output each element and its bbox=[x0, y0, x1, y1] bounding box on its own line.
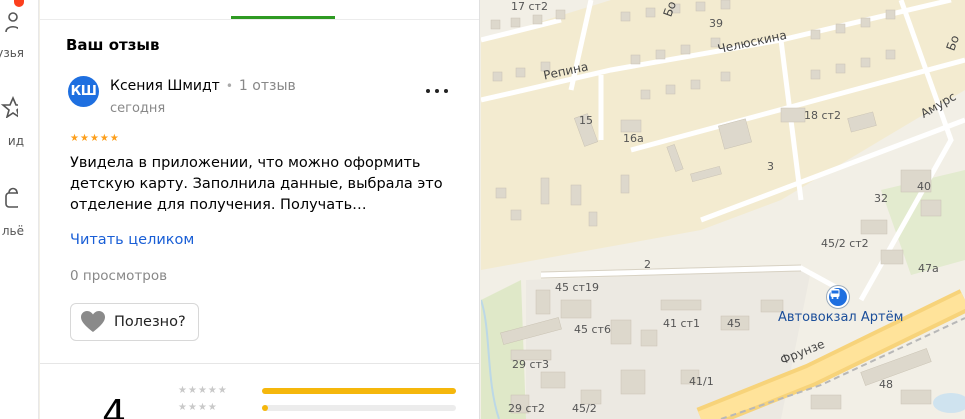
distribution-bar-fill bbox=[262, 405, 268, 411]
distribution-stars: ★ ★ ★ ★ bbox=[178, 403, 217, 413]
left-nav-rail: узья ид льё bbox=[0, 0, 39, 419]
star-icon: ★ bbox=[207, 402, 217, 413]
star-icon: ★ bbox=[197, 402, 207, 413]
dot-icon bbox=[435, 89, 439, 93]
star-icon: ★ bbox=[178, 385, 187, 396]
rail-item-friends[interactable]: узья bbox=[0, 8, 36, 60]
star-icon: ★ bbox=[187, 402, 197, 413]
friends-icon bbox=[5, 12, 18, 33]
rating-distribution-row: ★ ★ ★ ★ ★ bbox=[178, 385, 456, 397]
notification-badge bbox=[14, 0, 24, 7]
rail-item-guide[interactable]: ид bbox=[0, 96, 36, 148]
rail-item-shop[interactable]: льё bbox=[0, 184, 36, 238]
views-count: 0 просмотров bbox=[70, 268, 168, 284]
map-label-house: 47а bbox=[918, 262, 939, 275]
map-label-house: 32 bbox=[874, 192, 888, 205]
map-label-house: 17 ст2 bbox=[511, 0, 548, 13]
map-label-house: 18 ст2 bbox=[804, 109, 841, 122]
map-label-house: 2 bbox=[644, 258, 651, 271]
map-label-house: 39 bbox=[709, 17, 723, 30]
map-canvas[interactable] bbox=[481, 0, 965, 419]
distribution-bar-track bbox=[262, 388, 456, 394]
star-icon: ★ bbox=[187, 385, 197, 396]
map-label-house: 41/1 bbox=[689, 375, 714, 388]
rail-item-label: льё bbox=[1, 224, 24, 238]
more-options-button[interactable] bbox=[426, 82, 448, 100]
star-icon: ★ bbox=[109, 133, 119, 144]
useful-button[interactable]: Полезно? bbox=[70, 303, 199, 341]
map-view[interactable]: 17 ст2 39 Репина Челюскина 15 16а 18 ст2… bbox=[481, 0, 965, 419]
water-body bbox=[933, 393, 965, 413]
star-icon: ★ bbox=[89, 133, 99, 144]
bus-station-icon[interactable] bbox=[827, 286, 849, 308]
star-icon: ★ bbox=[217, 385, 227, 396]
author-name[interactable]: Ксения Шмидт bbox=[110, 78, 220, 94]
map-label-house: 29 ст3 bbox=[512, 358, 549, 371]
avatar[interactable]: КШ bbox=[68, 76, 99, 107]
map-label-house: 15 bbox=[579, 114, 593, 127]
map-label-house: 29 ст2 bbox=[508, 402, 545, 415]
author-row: Ксения Шмидт • 1 отзыв bbox=[110, 78, 296, 94]
map-label-house: 41 ст1 bbox=[663, 317, 700, 330]
star-icon: ★ bbox=[79, 133, 89, 144]
review-panel: Ваш отзыв КШ Ксения Шмидт • 1 отзыв сего… bbox=[40, 0, 480, 419]
dot-icon bbox=[426, 89, 430, 93]
bag-icon bbox=[5, 187, 18, 208]
map-label-house: 45 ст6 bbox=[574, 323, 611, 336]
author-separator: • bbox=[225, 79, 233, 93]
map-label-house: 45/2 ст2 bbox=[821, 237, 869, 250]
map-label-house: 3 bbox=[767, 160, 774, 173]
author-reviews-count: 1 отзыв bbox=[238, 78, 296, 94]
star-icon: ★ bbox=[197, 385, 207, 396]
tab-bar bbox=[40, 0, 479, 20]
rating-value: 4 bbox=[102, 392, 127, 419]
star-icon: ★ bbox=[99, 133, 109, 144]
map-label-house: 45 ст19 bbox=[555, 281, 599, 294]
distribution-bar-track bbox=[262, 405, 456, 411]
dot-icon bbox=[444, 89, 448, 93]
distribution-stars: ★ ★ ★ ★ ★ bbox=[178, 386, 227, 396]
useful-label: Полезно? bbox=[114, 314, 186, 330]
star-icon bbox=[0, 96, 18, 118]
heart-icon bbox=[81, 311, 105, 332]
map-label-house: 16а bbox=[623, 132, 644, 145]
review-date: сегодня bbox=[110, 101, 166, 116]
map-label-house: 40 bbox=[917, 180, 931, 193]
rail-item-label: узья bbox=[0, 46, 24, 60]
distribution-bar-fill bbox=[262, 388, 456, 394]
star-icon: ★ bbox=[178, 402, 187, 413]
section-divider bbox=[40, 363, 479, 364]
tab-active-indicator[interactable] bbox=[231, 16, 335, 19]
map-label-house: 45 bbox=[727, 317, 741, 330]
review-text: Увидела в приложении, что можно оформить… bbox=[70, 155, 443, 213]
star-icon: ★ bbox=[70, 133, 79, 144]
read-more-link[interactable]: Читать целиком bbox=[70, 232, 194, 248]
section-title: Ваш отзыв bbox=[66, 36, 160, 54]
rating-distribution-row: ★ ★ ★ ★ bbox=[178, 402, 456, 414]
rail-item-label: ид bbox=[7, 134, 24, 148]
map-label-house: 45/2 bbox=[572, 402, 597, 415]
map-label-house: 48 bbox=[879, 378, 893, 391]
review-rating-stars: ★ ★ ★ ★ ★ bbox=[70, 134, 119, 144]
star-icon: ★ bbox=[207, 385, 217, 396]
poi-label[interactable]: Автовокзал Артём bbox=[778, 310, 903, 325]
